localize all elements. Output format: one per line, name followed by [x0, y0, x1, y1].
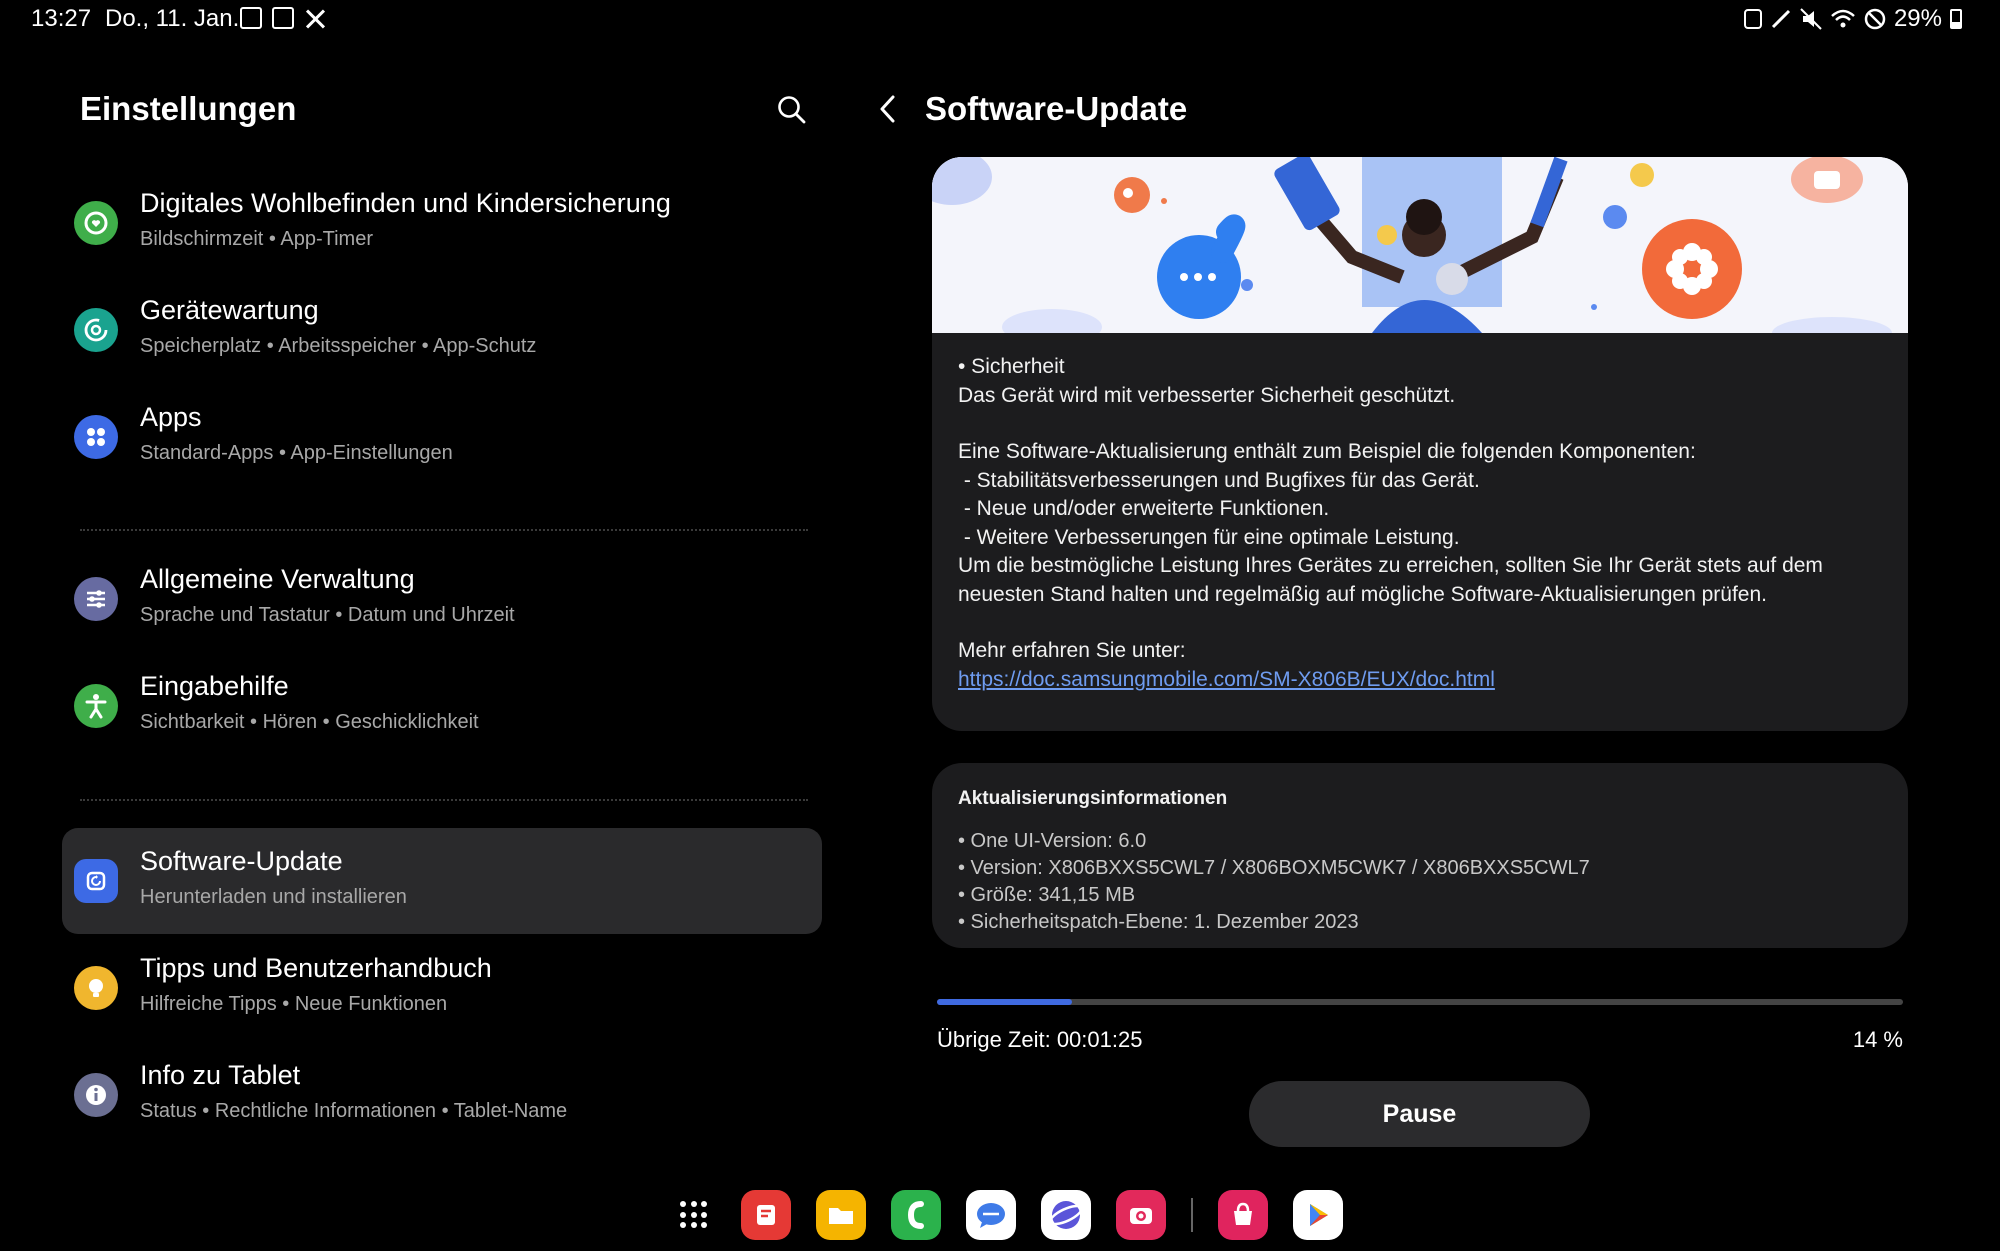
- remaining-time: Übrige Zeit: 00:01:25: [937, 1027, 1143, 1052]
- general-management-icon: [74, 577, 118, 621]
- notes-heading: • Sicherheit: [958, 355, 1065, 378]
- release-notes-link[interactable]: https://doc.samsungmobile.com/SM-X806B/E…: [958, 668, 1495, 691]
- notes-components-intro: Eine Software-Aktualisierung enthält zum…: [958, 440, 1696, 463]
- wellbeing-icon: [74, 201, 118, 245]
- update-info-card: Aktualisierungsinformationen • One UI-Ve…: [932, 763, 1908, 948]
- lock-status-icon: [1743, 9, 1762, 29]
- settings-item-digital-wellbeing[interactable]: Digitales Wohlbefinden und Kindersicheru…: [62, 170, 822, 276]
- firmware-version: • Version: X806BXXS5CWL7 / X806BOXM5CWK7…: [958, 856, 1590, 879]
- settings-item-subtitle: Sprache und Tastatur • Datum und Uhrzeit: [140, 604, 515, 626]
- messages-icon[interactable]: [966, 1190, 1016, 1240]
- security-patch-level: • Sicherheitspatch-Ebene: 1. Dezember 20…: [958, 910, 1359, 933]
- settings-item-title: Tipps und Benutzerhandbuch: [140, 953, 492, 983]
- settings-item-apps[interactable]: Apps Standard-Apps • App-Einstellungen: [62, 384, 822, 490]
- notes-component: - Weitere Verbesserungen für eine optima…: [958, 525, 1460, 549]
- settings-item-title: Info zu Tablet: [140, 1060, 301, 1090]
- oneui-version: • One UI-Version: 6.0: [958, 829, 1147, 852]
- notes-more: Mehr erfahren Sie unter:: [958, 639, 1186, 662]
- settings-item-title: Apps: [140, 402, 202, 432]
- gallery-notification-icon: [272, 7, 294, 29]
- settings-item-accessibility[interactable]: Eingabehilfe Sichtbarkeit • Hören • Gesc…: [62, 653, 822, 759]
- settings-item-software-update[interactable]: Software-Update Herunterladen und instal…: [62, 828, 822, 934]
- battery-icon: [1950, 9, 1962, 29]
- settings-item-subtitle: Herunterladen und installieren: [140, 886, 407, 908]
- section-divider: [80, 529, 808, 531]
- settings-title: Einstellungen: [80, 90, 297, 127]
- info-icon: [74, 1073, 118, 1117]
- date: Do., 11. Jan.: [105, 5, 240, 32]
- update-info-title: Aktualisierungsinformationen: [958, 788, 1228, 809]
- settings-item-title: Eingabehilfe: [140, 671, 289, 701]
- camera-icon[interactable]: [1116, 1190, 1166, 1240]
- settings-item-subtitle: Status • Rechtliche Informationen • Tabl…: [140, 1100, 568, 1122]
- settings-item-device-care[interactable]: Gerätewartung Speicherplatz • Arbeitsspe…: [62, 277, 822, 383]
- software-update-icon: [74, 859, 118, 903]
- note-notification-icon: [240, 7, 262, 29]
- search-icon[interactable]: [776, 94, 806, 124]
- settings-item-general-management[interactable]: Allgemeine Verwaltung Sprache und Tastat…: [62, 546, 822, 652]
- settings-item-about-tablet[interactable]: Info zu Tablet Status • Rechtliche Infor…: [62, 1042, 822, 1148]
- taskbar: [680, 1190, 1343, 1240]
- settings-item-subtitle: Sichtbarkeit • Hören • Geschicklichkeit: [140, 711, 479, 733]
- notification-icons: [240, 7, 326, 29]
- settings-item-subtitle: Hilfreiche Tipps • Neue Funktionen: [140, 993, 448, 1015]
- system-icons: 29%: [1743, 5, 1962, 33]
- update-size: • Größe: 341,15 MB: [958, 883, 1136, 906]
- update-illustration: [932, 157, 1908, 333]
- wifi-icon: [1831, 9, 1855, 28]
- status-bar: 13:27 Do., 11. Jan. 29%: [0, 0, 2000, 40]
- apps-icon: [74, 415, 118, 459]
- tips-icon: [74, 966, 118, 1010]
- release-notes: • Sicherheit Das Gerät wird mit verbesse…: [932, 333, 1908, 714]
- files-icon[interactable]: [816, 1190, 866, 1240]
- clock: 13:27: [31, 5, 92, 32]
- tools-notification-icon: [304, 7, 326, 29]
- pen-status-icon: [1771, 9, 1791, 29]
- settings-item-title: Allgemeine Verwaltung: [140, 564, 415, 594]
- settings-item-subtitle: Standard-Apps • App-Einstellungen: [140, 442, 453, 464]
- internet-icon[interactable]: [1041, 1190, 1091, 1240]
- mute-icon: [1800, 8, 1822, 30]
- back-icon[interactable]: [876, 94, 900, 124]
- settings-item-subtitle: Bildschirmzeit • App-Timer: [140, 228, 373, 250]
- settings-item-title: Digitales Wohlbefinden und Kindersicheru…: [140, 188, 671, 218]
- notes-security: Das Gerät wird mit verbesserter Sicherhe…: [958, 383, 1456, 407]
- page-title: Software-Update: [925, 90, 1188, 127]
- galaxy-store-icon[interactable]: [1218, 1190, 1268, 1240]
- play-store-icon[interactable]: [1293, 1190, 1343, 1240]
- pause-button[interactable]: Pause: [1249, 1081, 1590, 1147]
- device-care-icon: [74, 308, 118, 352]
- battery-level: 29%: [1893, 5, 1942, 32]
- progress-percent: 14 %: [1852, 1027, 1903, 1052]
- download-progress-fill: [937, 999, 1073, 1005]
- do-not-disturb-icon: [1864, 8, 1886, 30]
- notes-component: - Stabilitätsverbesserungen und Bugfixes…: [958, 468, 1480, 492]
- section-divider: [80, 799, 808, 801]
- release-notes-card: • Sicherheit Das Gerät wird mit verbesse…: [932, 157, 1908, 731]
- download-progress-bar: [937, 999, 1903, 1005]
- settings-item-tips[interactable]: Tipps und Benutzerhandbuch Hilfreiche Ti…: [62, 935, 822, 1041]
- settings-item-title: Gerätewartung: [140, 295, 319, 325]
- settings-item-subtitle: Speicherplatz • Arbeitsspeicher • App-Sc…: [140, 335, 537, 357]
- phone-icon[interactable]: [891, 1190, 941, 1240]
- notes-advice: Um die bestmögliche Leistung Ihres Gerät…: [958, 554, 1823, 606]
- settings-item-title: Software-Update: [140, 846, 343, 876]
- app-drawer-icon[interactable]: [680, 1201, 708, 1229]
- accessibility-icon: [74, 684, 118, 728]
- notes-icon[interactable]: [741, 1190, 791, 1240]
- notes-component: - Neue und/oder erweiterte Funktionen.: [958, 497, 1330, 520]
- dock-separator: [1191, 1198, 1193, 1232]
